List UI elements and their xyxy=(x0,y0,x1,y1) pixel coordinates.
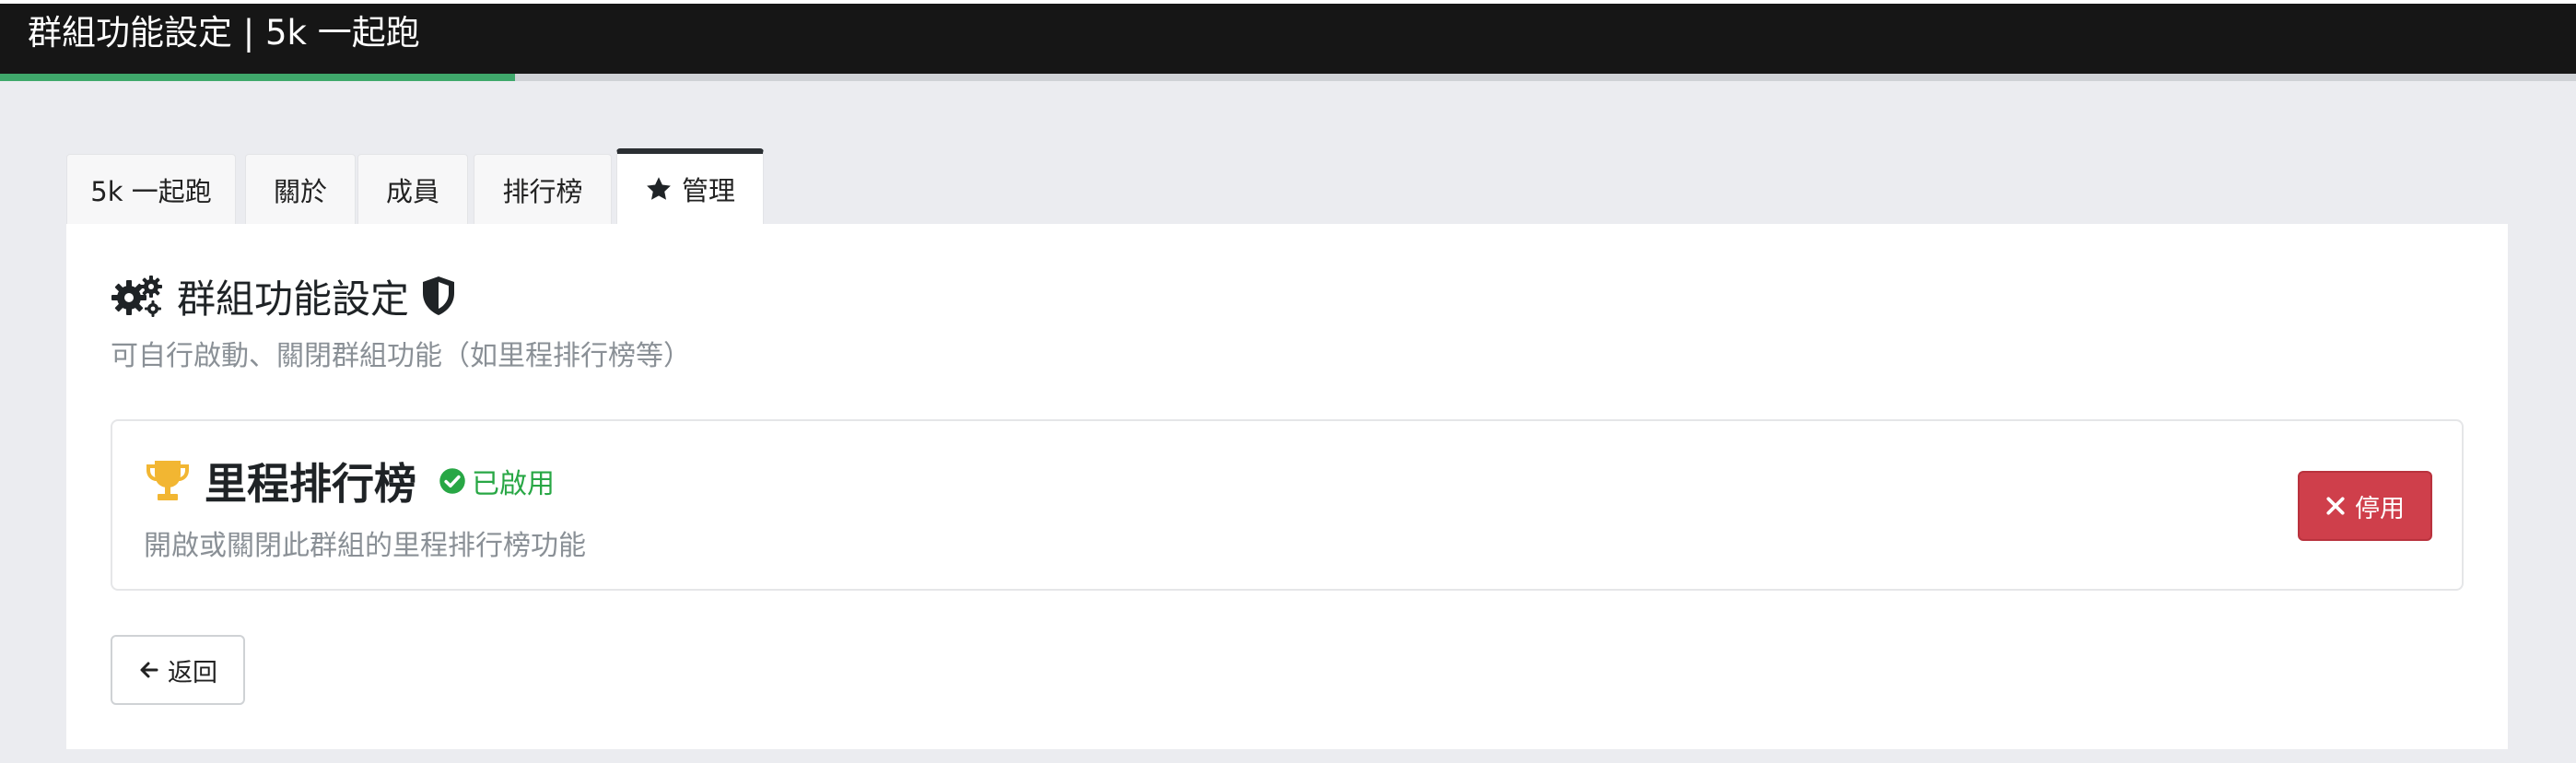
back-button-label: 返回 xyxy=(168,658,217,687)
feature-name: 里程排行榜 xyxy=(205,459,416,509)
tab-label: 5k 一起跑 xyxy=(90,175,212,207)
loading-progress-bar xyxy=(0,74,2576,81)
tab-label: 管理 xyxy=(681,175,735,206)
status-text: 已啟用 xyxy=(472,468,555,500)
tab-leaderboard[interactable]: 排行榜 xyxy=(474,154,612,224)
status-badge: 已啟用 xyxy=(439,461,555,501)
disable-button[interactable]: 停用 xyxy=(2298,471,2432,541)
tab-members[interactable]: 成員 xyxy=(357,154,468,224)
shield-icon xyxy=(423,276,455,315)
loading-progress-fill xyxy=(0,74,516,81)
panel-heading: 群組功能設定 xyxy=(111,268,457,323)
check-circle-icon xyxy=(439,468,465,494)
feature-description: 開啟或關閉此群組的里程排行榜功能 xyxy=(144,530,586,562)
tab-manage[interactable]: 管理 xyxy=(616,148,764,224)
arrow-left-icon xyxy=(140,662,158,678)
page-title: 群組功能設定 | 5k 一起跑 xyxy=(28,13,420,53)
tab-label: 成員 xyxy=(385,175,439,207)
panel-title: 群組功能設定 xyxy=(177,276,410,322)
tab-label: 關於 xyxy=(273,175,327,207)
trophy-icon xyxy=(146,461,189,500)
tab-label: 排行榜 xyxy=(502,175,583,207)
feature-card-mileage-leaderboard: 里程排行榜 已啟用 開啟或關閉此群組的里程排行榜功能 停用 xyxy=(111,419,2464,591)
settings-panel: 群組功能設定 可自行啟動、關閉群組功能（如里程排行榜等） 里程排行榜 已啟用 開… xyxy=(66,224,2508,749)
back-button[interactable]: 返回 xyxy=(111,635,245,705)
panel-subtitle: 可自行啟動、關閉群組功能（如里程排行榜等） xyxy=(111,340,691,372)
disable-button-label: 停用 xyxy=(2355,494,2405,523)
star-icon xyxy=(647,177,671,200)
tab-5k-together[interactable]: 5k 一起跑 xyxy=(66,154,236,224)
gears-icon xyxy=(111,276,162,317)
feature-header: 里程排行榜 已啟用 xyxy=(144,449,555,513)
times-icon xyxy=(2326,497,2345,515)
tab-about[interactable]: 關於 xyxy=(245,154,356,224)
header-bar: 群組功能設定 | 5k 一起跑 xyxy=(0,0,2576,74)
